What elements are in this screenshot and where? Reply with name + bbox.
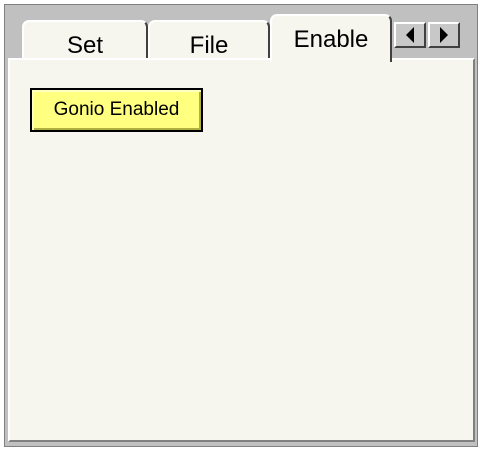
left-arrow-icon (406, 27, 414, 43)
tab-set[interactable]: Set (22, 20, 148, 60)
tab-file-label: File (189, 32, 229, 59)
tab-enable[interactable]: Enable (270, 14, 392, 62)
tab-scroll-buttons (394, 22, 460, 48)
tab-enable-label: Enable (293, 26, 369, 53)
scroll-left-button[interactable] (394, 22, 426, 48)
tab-file[interactable]: File (148, 20, 270, 60)
right-arrow-icon (440, 27, 448, 43)
tab-set-label: Set (66, 32, 104, 59)
gonio-enabled-label: Gonio Enabled (53, 99, 180, 120)
scroll-right-button[interactable] (428, 22, 460, 48)
gonio-enabled-indicator[interactable]: Gonio Enabled (30, 88, 203, 132)
